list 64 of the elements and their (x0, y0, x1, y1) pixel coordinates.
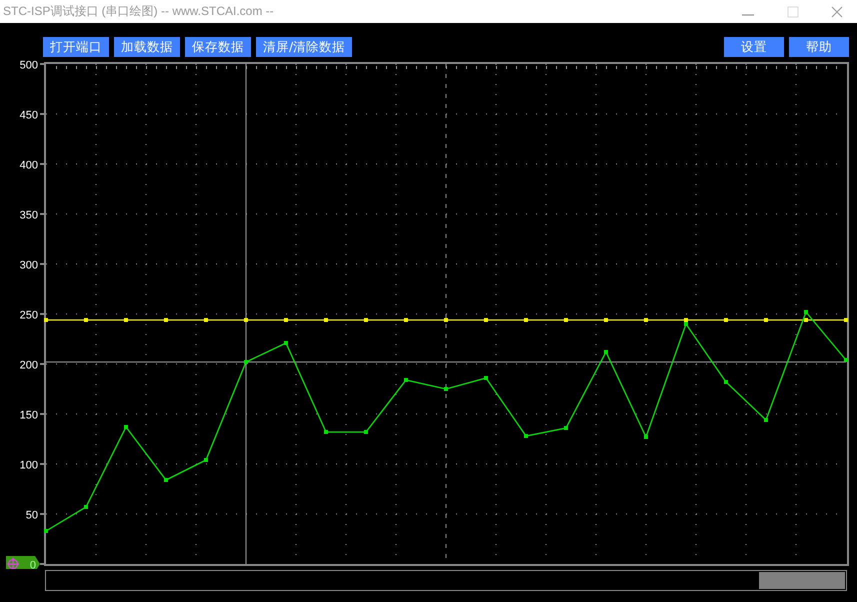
scrollbar-thumb[interactable] (759, 572, 845, 589)
point (444, 318, 448, 322)
point (764, 418, 768, 422)
axis-tick-label: 500 (20, 60, 38, 72)
point (564, 318, 568, 322)
point (524, 434, 528, 438)
point (604, 318, 608, 322)
point (124, 318, 128, 322)
point (284, 318, 288, 322)
point (324, 430, 328, 434)
scrollbar[interactable] (45, 570, 847, 591)
crosshair-icon (6, 557, 20, 569)
point (844, 318, 848, 322)
point (484, 318, 488, 322)
point (444, 387, 448, 391)
point (684, 318, 688, 322)
axis-tick-label: 300 (20, 260, 38, 272)
point (644, 435, 648, 439)
point (84, 505, 88, 509)
point (724, 318, 728, 322)
point (124, 425, 128, 429)
toolbar-button[interactable]: 加载数据 (114, 37, 180, 57)
point (44, 529, 48, 533)
point (44, 318, 48, 322)
axis-tick-label: 50 (26, 510, 38, 522)
axis-tick-label: 0 (30, 560, 36, 569)
point (524, 318, 528, 322)
point (84, 318, 88, 322)
point (204, 318, 208, 322)
point (244, 318, 248, 322)
point (844, 358, 848, 362)
point (364, 318, 368, 322)
axis-tick-label: 450 (20, 110, 38, 122)
point (164, 318, 168, 322)
axis-tick-label: 350 (20, 210, 38, 222)
axis-tick-label: 100 (20, 460, 38, 472)
window-title: STC-ISP调试接口 (串口绘图) -- www.STCAI.com -- (2, 3, 274, 20)
point (284, 341, 288, 345)
toolbar-button[interactable]: 保存数据 (185, 37, 251, 57)
point (364, 430, 368, 434)
close-button[interactable] (831, 6, 843, 18)
point (564, 426, 568, 430)
axis-tick-label: 400 (20, 160, 38, 172)
point (684, 322, 688, 326)
point (404, 318, 408, 322)
toolbar-button[interactable]: 打开端口 (43, 37, 109, 57)
toolbar-button[interactable]: 清屏/清除数据 (256, 37, 352, 57)
point (804, 318, 808, 322)
toolbar-button[interactable]: 帮助 (789, 37, 849, 57)
toolbar-button[interactable]: 设置 (724, 37, 784, 57)
axis-tick-label: 150 (20, 410, 38, 422)
point (324, 318, 328, 322)
point (764, 318, 768, 322)
point (804, 310, 808, 314)
axis-tick-label: 200 (20, 360, 38, 372)
point (724, 380, 728, 384)
point (484, 376, 488, 380)
point (604, 350, 608, 354)
point (404, 378, 408, 382)
point (204, 458, 208, 462)
point (244, 360, 248, 364)
axis-tick-label: 250 (20, 310, 38, 322)
point (164, 478, 168, 482)
point (644, 318, 648, 322)
